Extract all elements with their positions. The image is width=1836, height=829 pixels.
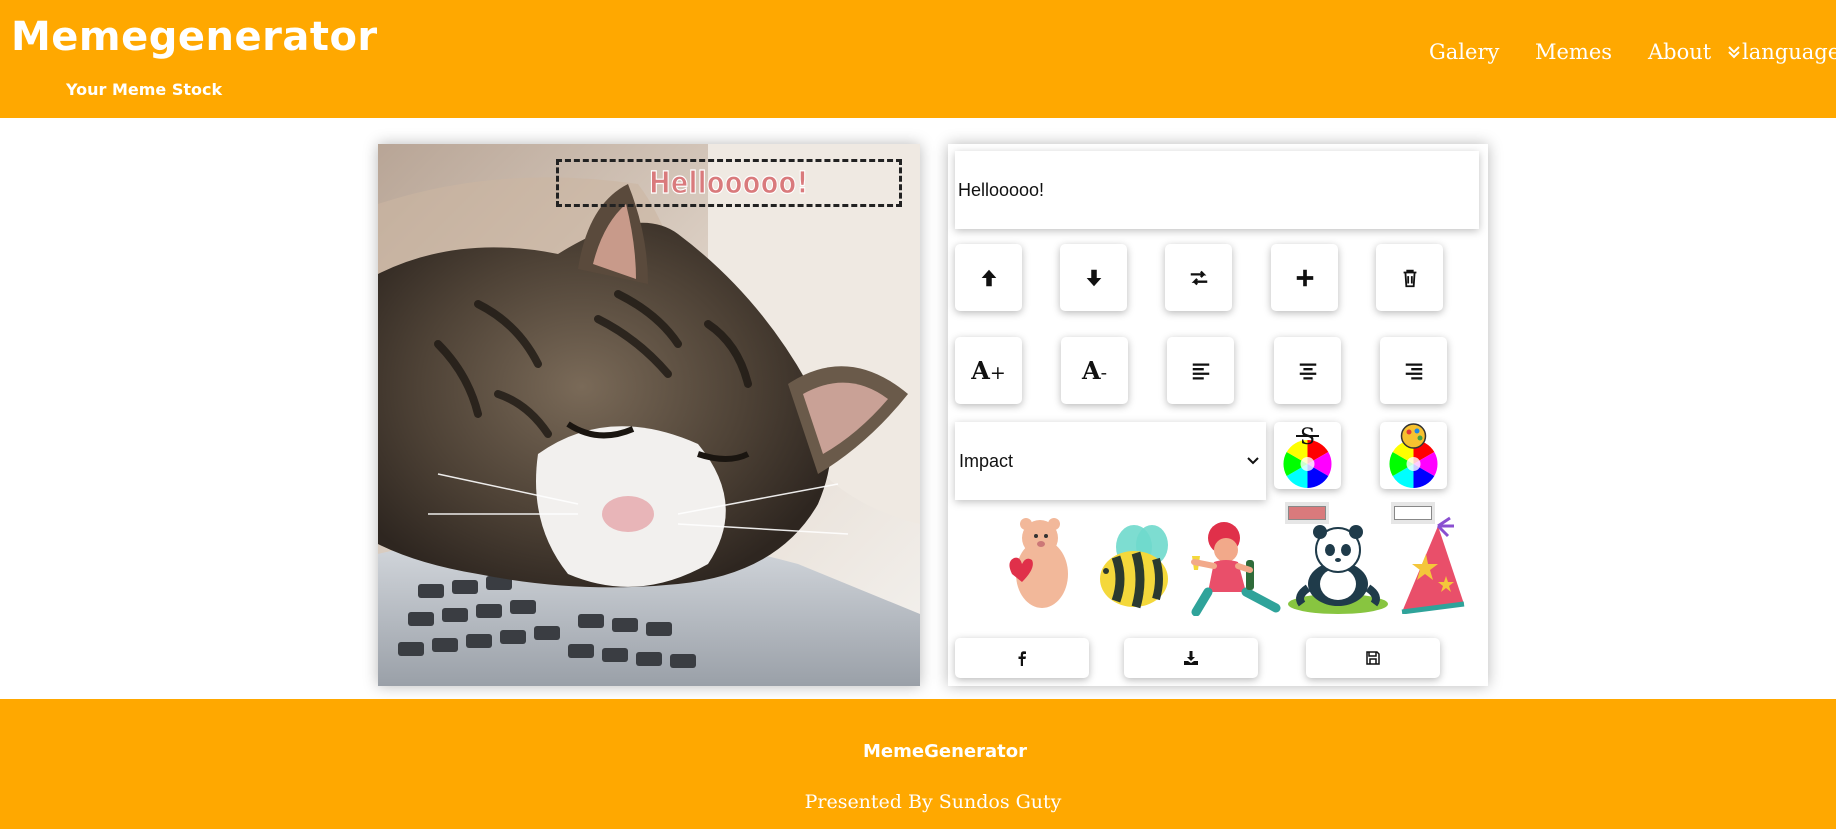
double-chevron-down-icon [1728,46,1740,59]
party-girl-sticker[interactable] [1186,516,1286,616]
fill-color-button[interactable] [1380,422,1447,489]
font-family-value: Impact [959,450,1014,471]
meme-text[interactable]: Hellooooo! [649,165,809,201]
swap-lines-icon [1190,270,1207,285]
decrease-font-button[interactable]: A- [1061,337,1128,404]
align-left-icon [1192,362,1209,379]
footer-credit: Presented By Sundos Guty [804,791,1062,813]
stroke-color-wheel-icon: S [1283,425,1332,488]
add-line-button[interactable] [1271,244,1338,311]
header: Memegenerator Your Meme Stock Galery Mem… [0,0,1836,118]
save-button[interactable] [1306,638,1440,678]
footer: MemeGenerator Presented By Sundos Guty [0,699,1836,829]
move-line-down-button[interactable] [1060,244,1127,311]
cat-photo [378,144,920,686]
panda-sticker[interactable] [1286,522,1388,614]
language-label: language [1742,40,1836,64]
app-title: Memegenerator [11,14,378,60]
align-right-button[interactable] [1380,337,1447,404]
bear-with-heart-sticker[interactable] [1004,514,1076,614]
meme-canvas[interactable]: Hellooooo! [378,144,920,686]
trash-icon [1403,269,1416,287]
align-right-icon [1405,362,1422,379]
app-subtitle: Your Meme Stock [66,80,223,99]
language-dropdown[interactable]: language [1727,40,1836,64]
party-hat-sticker[interactable] [1398,516,1468,614]
facebook-icon [1018,651,1026,666]
plus-icon [1296,269,1313,286]
meme-text-input[interactable] [955,151,1479,229]
stroke-color-button[interactable]: S [1274,422,1341,489]
download-icon [1184,651,1198,665]
nav-about[interactable]: About [1648,40,1711,64]
stroke-color-value [1288,506,1326,520]
download-button[interactable] [1124,638,1258,678]
chevron-down-icon [1247,457,1259,465]
fill-color-wheel-icon [1389,423,1438,488]
editor-panel: A+ A- Impact S [948,144,1488,686]
font-decrease-icon: A- [1081,356,1108,385]
stroke-color-swatch[interactable] [1285,502,1329,524]
increase-font-button[interactable]: A+ [955,337,1022,404]
footer-title: MemeGenerator [863,741,1027,762]
font-increase-icon: A+ [971,356,1006,385]
font-family-select[interactable]: Impact [955,422,1266,500]
align-left-button[interactable] [1167,337,1234,404]
bee-sticker[interactable] [1094,519,1178,614]
align-center-icon [1299,362,1316,379]
nav-memes[interactable]: Memes [1535,40,1612,64]
save-icon [1366,651,1380,665]
delete-line-button[interactable] [1376,244,1443,311]
nav-galery[interactable]: Galery [1429,40,1499,64]
move-line-up-button[interactable] [955,244,1022,311]
align-center-button[interactable] [1274,337,1341,404]
share-facebook-button[interactable] [955,638,1089,678]
switch-line-button[interactable] [1165,244,1232,311]
svg-text:S: S [1300,425,1315,450]
arrow-down-icon [1086,269,1101,286]
arrow-up-icon [981,269,996,286]
meme-text-frame[interactable]: Hellooooo! [556,159,902,207]
